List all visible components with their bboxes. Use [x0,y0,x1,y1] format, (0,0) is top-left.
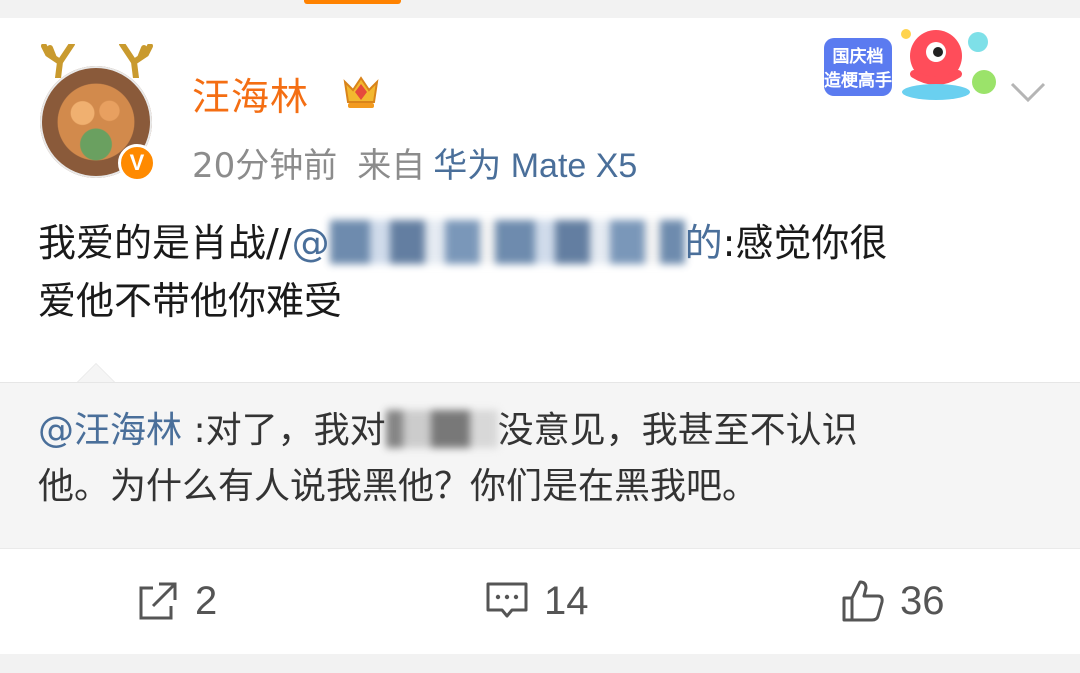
chevron-down-icon[interactable] [1008,78,1048,106]
from-label: 来自 [357,146,426,186]
sticker-line2: 造梗高手 [824,70,892,91]
event-sticker[interactable]: 国庆档 造梗高手 [818,22,1004,106]
repost-text: @汪海林 :对了，我对 没意见，我甚至不认识 他。为什么有人说我黑他？你们是在黑我… [38,403,1038,515]
post-mention[interactable]: @ 的 [291,220,723,265]
comment-count: 14 [544,578,589,623]
repost-icon [139,582,177,620]
avatar[interactable]: V [38,44,158,184]
repost-line1-b: 没意见，我甚至不认识 [497,410,858,451]
post-meta: 20分钟前 来自 华为 Mate X5 [192,138,637,187]
device-link[interactable]: 华为 Mate X5 [433,147,637,185]
repost-button[interactable]: 2 [135,575,217,627]
sticker-line1: 国庆档 [833,46,884,67]
verified-badge-icon: V [118,144,156,182]
post-text-prefix: 我爱的是肖战// [38,221,292,265]
action-bar: 2 14 36 [0,548,1080,655]
repost-count: 2 [195,578,218,623]
like-icon [842,580,884,622]
active-tab-indicator [304,0,401,4]
repost-line1-a: :对了，我对 [182,410,386,451]
post-text-suffix: :感觉你很 [722,221,888,265]
redacted-name [385,410,498,448]
top-strip [0,0,1080,18]
comment-button[interactable]: 14 [484,575,589,627]
repost-mention[interactable]: @汪海林 [38,410,182,451]
crown-icon[interactable] [340,70,382,112]
post-text-line2: 爱他不带他你难受 [38,279,343,323]
post-time: 20分钟前 [192,146,338,186]
username[interactable]: 汪海林 [192,66,309,121]
repost-pointer [78,364,114,382]
mention-at: @ [291,221,330,265]
like-count: 36 [900,578,945,623]
comment-icon [486,582,528,618]
bottom-strip [0,654,1080,673]
like-button[interactable]: 36 [840,575,945,627]
mention-end: 的 [684,221,723,265]
repost-line2: 他。为什么有人说我黑他？你们是在黑我吧。 [38,466,759,507]
post-text: 我爱的是肖战//@ 的:感觉你很 爱他不带他你难受 [38,214,1038,330]
redacted-username [329,220,685,264]
